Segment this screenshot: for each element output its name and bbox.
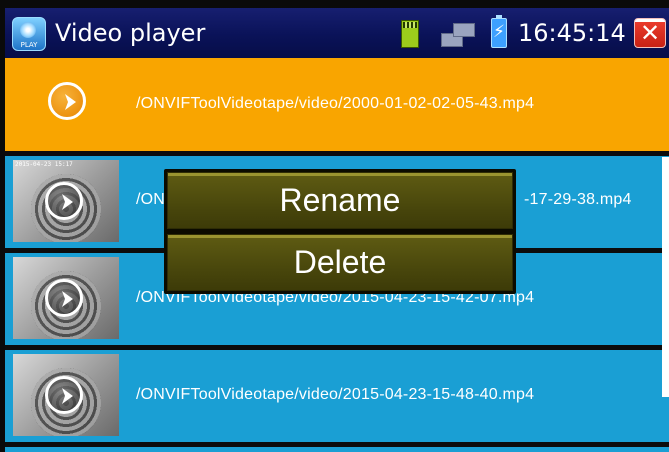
close-button[interactable]: ✕ <box>634 18 666 48</box>
status-clock: 16:45:14 <box>518 19 626 47</box>
file-path-end: -17-29-38.mp4 <box>524 191 632 208</box>
video-player-app-icon: PLAY <box>12 17 46 51</box>
network-icon-screen-b <box>453 23 475 37</box>
title-bar: PLAY Video player ⚡ 16:45:14 ✕ <box>5 8 669 58</box>
file-path: /ONVIFToolVideotape/video/2015-04-23-15-… <box>136 386 535 403</box>
video-thumbnail <box>13 354 119 436</box>
play-icon[interactable] <box>45 279 83 317</box>
video-thumbnail <box>13 257 119 339</box>
video-thumbnail: 2015-04-23 15:17 <box>13 160 119 242</box>
list-scrollbar[interactable] <box>662 157 669 397</box>
play-triangle-icon <box>62 291 73 307</box>
play-icon[interactable] <box>45 182 83 220</box>
play-triangle-icon <box>62 388 73 404</box>
app-icon-label: PLAY <box>20 41 38 49</box>
video-player-window: PLAY Video player ⚡ 16:45:14 ✕ /ONVIFToo… <box>0 0 669 452</box>
file-row[interactable]: /ONVIFToolVideotape/video/2000-01-02-02-… <box>5 58 669 151</box>
play-triangle-icon <box>65 94 76 110</box>
play-triangle-icon <box>62 194 73 210</box>
sd-card-icon <box>401 20 419 48</box>
delete-button[interactable]: Delete <box>167 234 513 291</box>
play-icon[interactable] <box>45 376 83 414</box>
network-icon <box>441 23 477 47</box>
file-row[interactable] <box>5 447 669 452</box>
file-context-menu: Rename Delete <box>164 169 516 294</box>
battery-charging-icon: ⚡ <box>491 15 507 48</box>
disc-icon <box>20 22 36 38</box>
rename-button[interactable]: Rename <box>167 172 513 229</box>
play-icon[interactable] <box>48 82 86 120</box>
close-icon: ✕ <box>639 19 661 47</box>
rename-label: Rename <box>279 182 401 218</box>
charging-bolt-icon: ⚡ <box>493 22 505 42</box>
delete-label: Delete <box>293 244 387 280</box>
file-path: /ONVIFToolVideotape/video/2000-01-02-02-… <box>136 95 535 112</box>
thumbnail-timestamp: 2015-04-23 15:17 <box>15 161 73 168</box>
file-path-start: /ON <box>136 191 166 208</box>
window-title: Video player <box>55 19 206 47</box>
file-row[interactable]: /ONVIFToolVideotape/video/2015-04-23-15-… <box>5 350 669 442</box>
